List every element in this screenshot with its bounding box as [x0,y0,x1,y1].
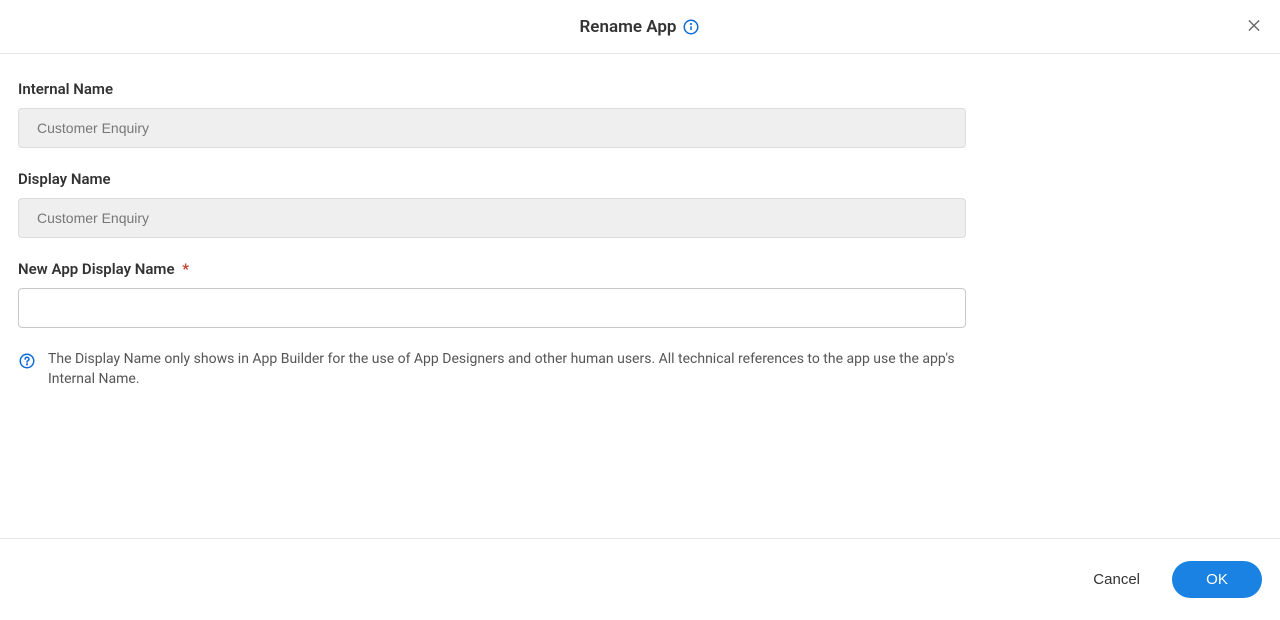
help-icon [18,352,36,370]
display-name-label: Display Name [18,170,966,188]
internal-name-group: Internal Name [18,80,966,148]
ok-button[interactable]: OK [1172,561,1262,598]
dialog-header: Rename App [0,0,1280,54]
dialog-body: Internal Name Display Name New App Displ… [0,54,1280,538]
info-icon[interactable] [682,18,700,36]
required-indicator: * [182,260,189,278]
dialog-footer: Cancel OK [0,538,1280,620]
rename-app-dialog: Rename App Internal Name [0,0,1280,620]
internal-name-label: Internal Name [18,80,966,98]
help-row: The Display Name only shows in App Build… [18,350,978,389]
display-name-group: Display Name [18,170,966,238]
new-display-name-label: New App Display Name * [18,260,966,278]
internal-name-field [18,108,966,148]
help-text: The Display Name only shows in App Build… [48,350,978,389]
dialog-title-wrap: Rename App [580,17,701,37]
display-name-field [18,198,966,238]
cancel-button[interactable]: Cancel [1089,565,1144,594]
dialog-title: Rename App [580,17,677,37]
new-display-name-group: New App Display Name * [18,260,966,328]
new-display-name-field[interactable] [18,288,966,328]
close-button[interactable] [1242,13,1266,40]
close-icon [1246,17,1262,36]
new-display-name-label-text: New App Display Name [18,260,175,278]
